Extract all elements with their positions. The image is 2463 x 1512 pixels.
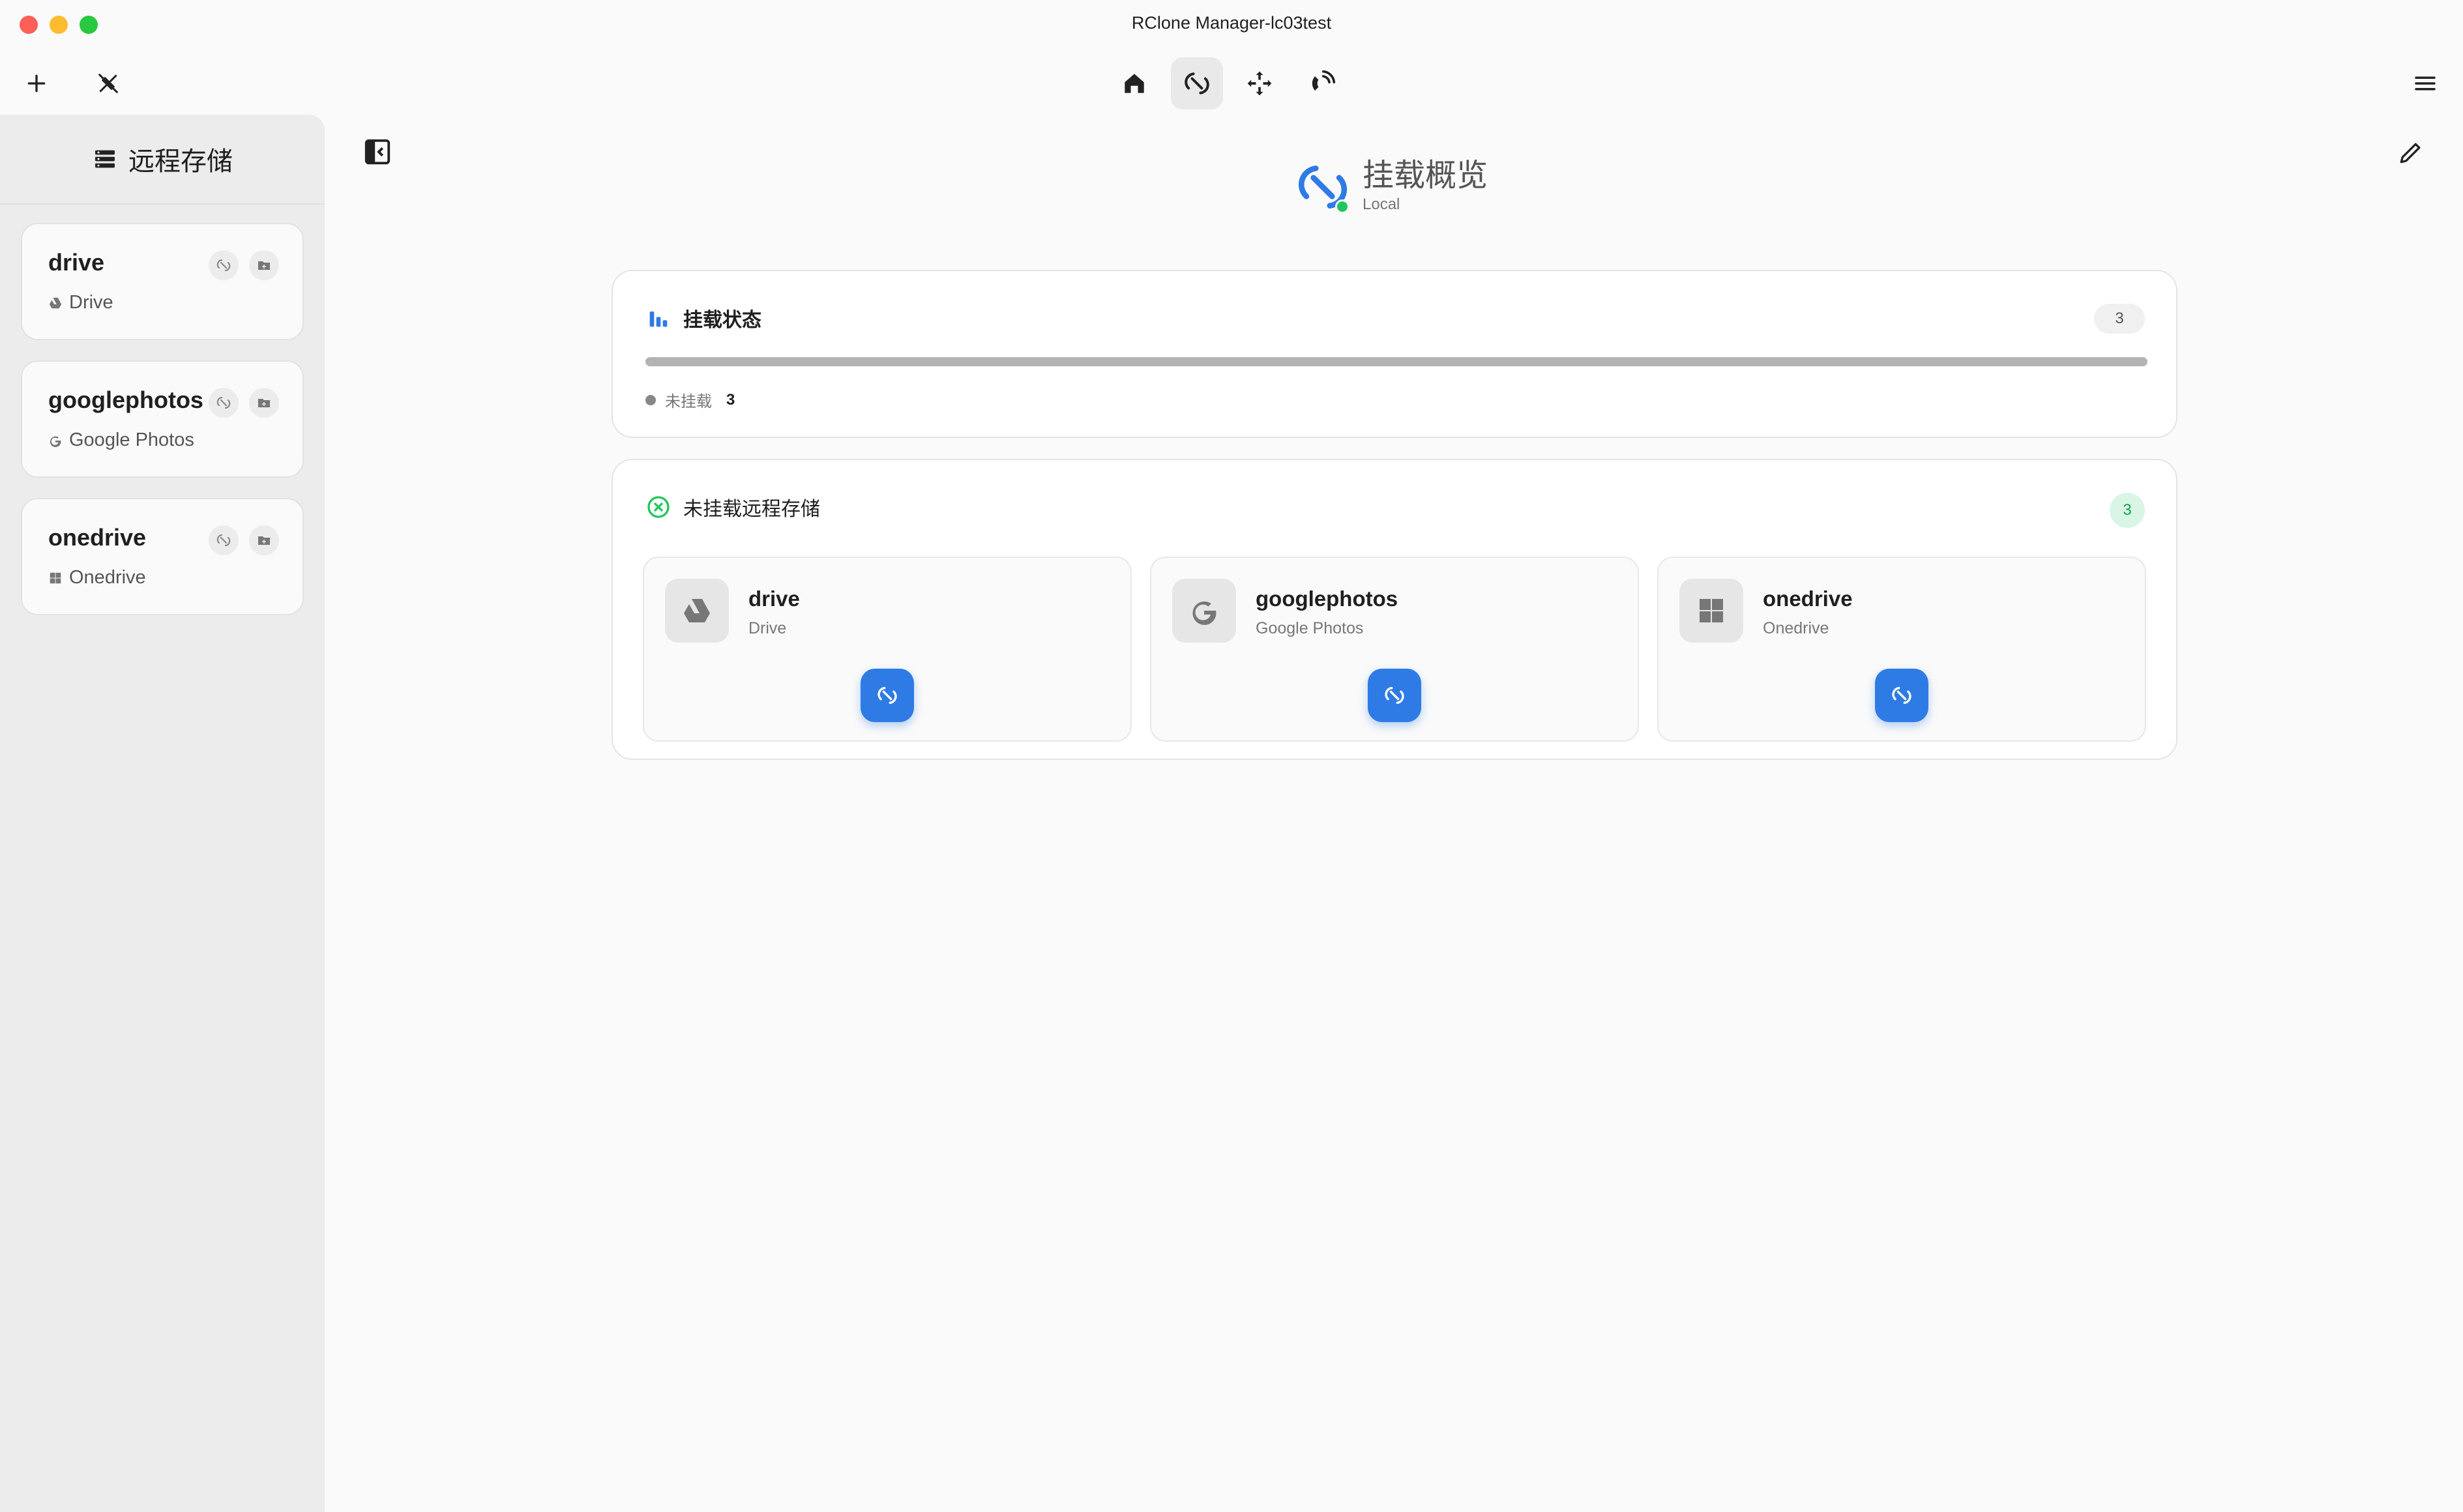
status-progress-fill [645,357,2147,366]
mount-icon [1385,686,1404,705]
mount-button[interactable] [861,669,914,722]
nav-tabs [1108,57,1348,109]
tab-mount[interactable] [1171,57,1223,109]
sidebar-title: 远程存储 [128,147,233,176]
unmounted-remotes-panel: 未挂载远程存储 3 drive Drive googlephotos Googl… [612,459,2177,760]
remote-icon-tile [665,579,729,643]
legend-dot [645,394,656,405]
mount-icon [216,396,231,409]
page-title: 挂载概览 [1363,158,1488,193]
mount-logo [1295,159,1351,215]
toggle-sidebar-button[interactable] [362,137,392,167]
unmounted-remote-card: drive Drive [643,557,1132,742]
sidebar-header: 远程存储 [0,115,325,205]
status-progress-bar [645,357,2147,366]
mount-button[interactable] [1368,669,1421,722]
quick-mount-button[interactable] [209,250,239,280]
remote-icon-tile [1172,579,1236,643]
remote-type-label: Onedrive [69,567,146,588]
status-panel-title: 挂载状态 [683,310,761,331]
mount-icon [878,686,897,705]
mount-icon [1892,686,1911,705]
page-subtitle: Local [1363,196,1400,213]
bar-chart-icon [649,312,668,327]
unmounted-count-badge: 3 [2110,493,2145,528]
unmounted-remote-card: onedrive Onedrive [1657,557,2146,742]
sidebar: 远程存储 drive Drive googlephotos Google Pho… [0,115,325,1512]
status-legend: 未挂载 3 [645,388,735,411]
unmounted-remote-card: googlephotos Google Photos [1150,557,1639,742]
hamburger-icon [2415,76,2436,91]
main-menu-button[interactable] [2406,64,2445,103]
pencil-icon [2400,143,2421,164]
remote-name: googlephotos [48,386,203,413]
folder-icon [258,536,270,545]
move-icon [1247,71,1272,96]
mount-button[interactable] [1875,669,1928,722]
google-icon [50,436,61,447]
folder-icon [258,399,270,407]
add-remote-button[interactable] [17,64,56,103]
broadcast-icon [1312,70,1336,91]
tab-home[interactable] [1108,57,1160,109]
mount-icon [216,534,231,547]
legend-label: 未挂载 [665,393,712,411]
windows-icon [1700,599,1723,622]
sidebar-remote-onedrive[interactable]: onedrive Onedrive [21,498,304,615]
remote-type-label: Drive [69,292,113,313]
sidebar-remote-googlephotos[interactable]: googlephotos Google Photos [21,360,304,478]
remote-name: drive [48,249,105,276]
edit-button[interactable] [2397,138,2426,168]
windows-icon [50,572,61,583]
google-drive-icon [684,599,710,622]
remote-name: googlephotos [1256,587,1398,611]
mount-icon [1185,72,1209,94]
unmounted-panel-title: 未挂载远程存储 [683,499,820,520]
quick-mount-button[interactable] [209,525,239,555]
online-status-dot [1335,199,1349,214]
sidebar-remote-drive[interactable]: drive Drive [21,223,304,340]
legend-count: 3 [726,390,735,409]
browse-folder-button[interactable] [249,525,279,555]
home-icon [1125,74,1144,93]
mount-status-panel: 挂载状态 3 未挂载 3 [612,270,2177,438]
plus-icon [27,74,46,93]
remote-type: Onedrive [48,567,146,589]
sidebar-collapse-icon [364,139,391,165]
browse-folder-button[interactable] [249,388,279,418]
x-circle-icon [647,496,670,518]
google-icon [1192,601,1217,625]
remote-type: Onedrive [1763,619,1829,637]
remote-name: onedrive [48,524,147,551]
page-header: 挂载概览 Local [1295,159,1488,215]
remote-name: drive [748,587,800,611]
google-drive-icon [49,297,62,308]
unplug-icon [98,74,118,93]
mount-icon [216,259,231,272]
disconnect-button[interactable] [89,64,128,103]
window-title: RClone Manager-lc03test [1131,13,1332,33]
server-icon [95,150,115,168]
tab-serve[interactable] [1296,57,1348,109]
remote-type: Drive [48,292,113,313]
total-count-badge: 3 [2094,304,2145,334]
remote-type: Google Photos [48,429,194,451]
folder-icon [258,261,270,270]
remote-type: Google Photos [1256,619,1364,637]
remote-icon-tile [1679,579,1743,643]
remote-type-label: Google Photos [69,429,194,450]
browse-folder-button[interactable] [249,250,279,280]
remote-name: onedrive [1763,587,1853,611]
tab-sync[interactable] [1233,57,1286,109]
app-window: RClone Manager-lc03test 远程存储 drive Drive… [0,0,2463,1512]
title-bar: RClone Manager-lc03test [0,0,2463,52]
quick-mount-button[interactable] [209,388,239,418]
remote-type: Drive [748,619,787,637]
